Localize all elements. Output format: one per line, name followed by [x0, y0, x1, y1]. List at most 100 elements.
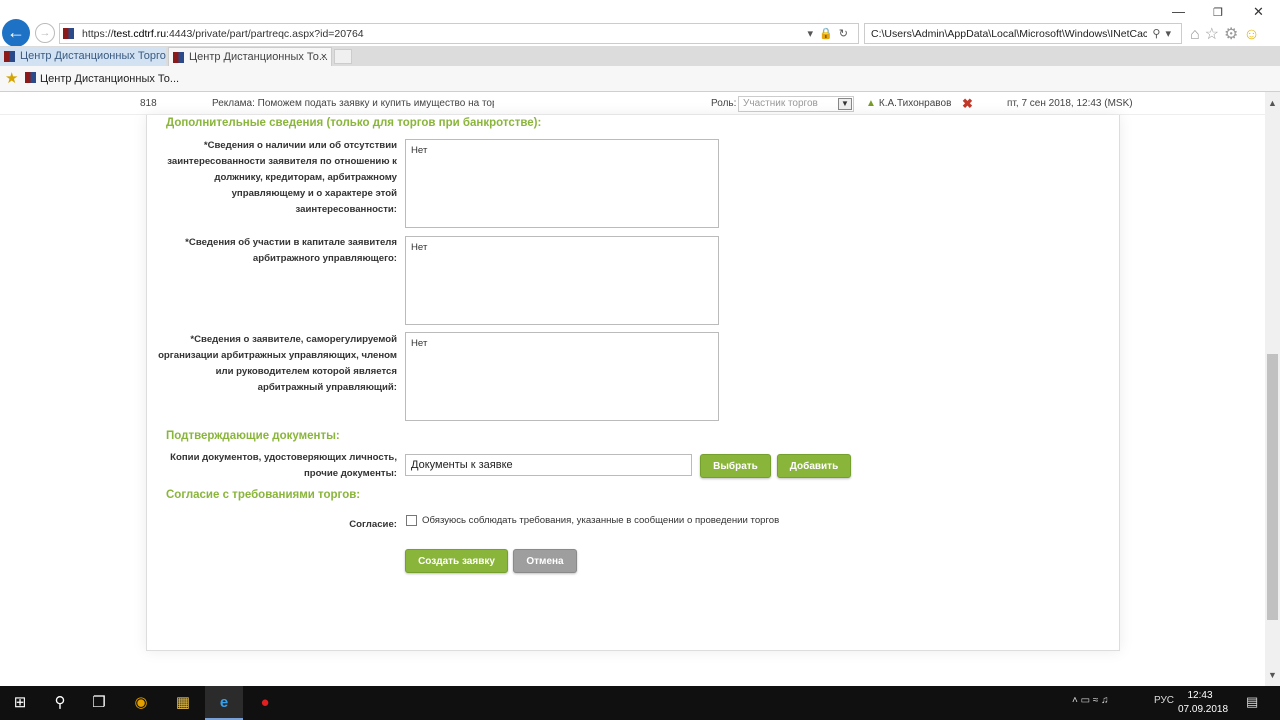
label-line: должнику, кредиторам, арбитражному: [214, 172, 397, 183]
search-icon[interactable]: ⚲: [1152, 28, 1165, 40]
role-value: Участник торгов: [743, 98, 818, 109]
search-tools: ⚲▾: [1152, 27, 1176, 40]
page-scrollbar[interactable]: ▲ ▼: [1265, 92, 1280, 686]
user-icon: ▲: [866, 98, 876, 109]
scrollbar-thumb[interactable]: [1267, 354, 1278, 620]
section-title-extra: Дополнительные сведения (только для торг…: [166, 117, 542, 129]
field1-label: *Сведения о наличии или об отсутствии за…: [167, 138, 397, 218]
favorites-star-icon[interactable]: ★: [5, 69, 18, 87]
url-tools: ▾🔒↻: [808, 27, 854, 40]
site-favicon: [25, 72, 36, 83]
docs-label: Копии документов, удостоверяющих личност…: [170, 450, 397, 482]
scroll-down-icon[interactable]: ▼: [1265, 670, 1280, 680]
dropdown-icon[interactable]: ▾: [808, 28, 820, 40]
user-name: К.А.Тихонравов: [878, 98, 952, 109]
role-select[interactable]: Участник торгов ▼: [738, 96, 854, 112]
windows-taskbar: ⊞ ⚲ ❐ ◉ ▦ e ● ˄ ▭ ≈ ♫ РУС 12:43 07.09.20…: [0, 686, 1280, 720]
tab-strip: Центр Дистанционных Торго... Центр Диста…: [0, 46, 1280, 66]
label-line: управляющему и о характере этой: [231, 188, 397, 199]
search-input[interactable]: C:\Users\Admin\AppData\Local\Microsoft\W…: [864, 23, 1182, 44]
favorite-link[interactable]: Центр Дистанционных То...: [25, 72, 179, 85]
label-line: *Сведения о наличии или об отсутствии: [203, 140, 397, 151]
notifications-icon[interactable]: ▤: [1246, 694, 1258, 710]
home-icon[interactable]: ⌂: [1190, 26, 1205, 43]
new-tab-button[interactable]: [334, 49, 352, 64]
user-link[interactable]: ▲ К.А.Тихонравов: [866, 98, 951, 109]
favorite-label: Центр Дистанционных То...: [40, 73, 180, 85]
field2-label: *Сведения об участии в капитале заявител…: [185, 235, 397, 267]
minimize-icon[interactable]: —: [1172, 4, 1185, 19]
field3-label: *Сведения о заявителе, саморегулируемой …: [158, 332, 397, 396]
label-line: или руководителем которой является: [215, 366, 397, 377]
add-button[interactable]: Добавить: [777, 454, 851, 478]
scroll-up-icon[interactable]: ▲: [1265, 98, 1280, 108]
browser-chrome: — ❐ ✕ ← → https://test.cdtrf.ru:4443/pri…: [0, 0, 1280, 92]
lock-icon[interactable]: 🔒: [819, 28, 839, 40]
record-icon[interactable]: ●: [246, 686, 284, 720]
documents-input[interactable]: Документы к заявке: [405, 454, 692, 476]
tab-label: Центр Дистанционных То...: [189, 51, 329, 63]
choose-button[interactable]: Выбрать: [700, 454, 771, 478]
favorites-star-icon[interactable]: ☆: [1205, 26, 1224, 43]
forward-arrow-icon[interactable]: →: [35, 23, 55, 43]
site-header: 818 Реклама: Поможем подать заявку и куп…: [0, 92, 1265, 115]
label-line: заинтересованности:: [295, 204, 397, 215]
label-line: арбитражный управляющий:: [257, 382, 397, 393]
label-line: *Сведения о заявителе, саморегулируемой: [190, 334, 397, 345]
smiley-feedback-icon[interactable]: ☺: [1243, 26, 1264, 43]
label-line: Копии документов, удостоверяющих личност…: [170, 452, 397, 463]
chrome-icon[interactable]: ◉: [122, 686, 160, 720]
create-application-button[interactable]: Создать заявку: [405, 549, 508, 573]
close-window-icon[interactable]: ✕: [1253, 4, 1264, 20]
search-text: C:\Users\Admin\AppData\Local\Microsoft\W…: [871, 28, 1147, 40]
site-favicon: [4, 50, 15, 62]
volume-icon[interactable]: ♫: [1101, 695, 1109, 706]
dropdown-icon[interactable]: ▾: [1165, 28, 1176, 40]
wifi-icon[interactable]: ≈: [1093, 695, 1099, 706]
toolbar-icons: ⌂☆⚙☺: [1190, 24, 1265, 44]
address-bar-row: — ❐ ✕ ← → https://test.cdtrf.ru:4443/pri…: [0, 0, 1280, 47]
clock[interactable]: 12:43 07.09.2018: [1178, 689, 1229, 717]
site-favicon: [63, 28, 74, 39]
tray-icons: ˄ ▭ ≈ ♫: [1072, 695, 1109, 706]
label-line: заинтересованности заявителя по отношени…: [167, 156, 397, 167]
windows-start-icon[interactable]: ⊞: [0, 686, 40, 720]
consent-checkbox[interactable]: [406, 515, 417, 526]
cancel-button[interactable]: Отмена: [513, 549, 577, 573]
clock-date: 07.09.2018: [1178, 704, 1229, 715]
capital-info-textarea[interactable]: Нет: [405, 236, 719, 325]
label-line: прочие документы:: [303, 468, 397, 479]
logout-icon[interactable]: ✖: [962, 96, 973, 112]
consent-label: Согласие:: [349, 519, 397, 530]
clock-time: 12:43: [1187, 690, 1213, 701]
tab-2[interactable]: Центр Дистанционных То... ×: [168, 47, 332, 66]
url-input[interactable]: https://test.cdtrf.ru:4443/private/part/…: [59, 23, 859, 44]
restore-icon[interactable]: ❐: [1213, 6, 1223, 19]
refresh-icon[interactable]: ↻: [839, 28, 854, 40]
task-view-icon[interactable]: ❐: [80, 686, 118, 720]
role-label: Роль:: [711, 98, 737, 109]
application-form: Дополнительные сведения (только для торг…: [146, 115, 1120, 651]
internet-explorer-icon[interactable]: e: [205, 686, 243, 720]
label-line: *Сведения об участии в капитале заявител…: [185, 237, 397, 248]
sro-info-textarea[interactable]: Нет: [405, 332, 719, 421]
consent-text[interactable]: Обязуюсь соблюдать требования, указанные…: [422, 515, 779, 526]
language-indicator[interactable]: РУС: [1154, 695, 1174, 706]
battery-icon[interactable]: ▭: [1081, 695, 1090, 706]
close-tab-icon[interactable]: ×: [321, 48, 327, 66]
interest-info-textarea[interactable]: Нет: [405, 139, 719, 228]
ad-banner[interactable]: Реклама: Поможем подать заявку и купить …: [212, 98, 494, 109]
header-counter: 818: [140, 98, 157, 109]
search-icon[interactable]: ⚲: [41, 686, 79, 720]
tab-1[interactable]: Центр Дистанционных Торго...: [0, 47, 166, 66]
section-title-consent: Согласие с требованиями торгов:: [166, 489, 361, 501]
site-favicon: [173, 51, 184, 63]
back-arrow-icon[interactable]: ←: [2, 19, 30, 47]
file-explorer-icon[interactable]: ▦: [164, 686, 202, 720]
chevron-up-icon[interactable]: ˄: [1072, 695, 1078, 706]
chevron-down-icon[interactable]: ▼: [838, 98, 852, 110]
settings-gear-icon[interactable]: ⚙: [1224, 26, 1243, 43]
label-line: арбитражного управляющего:: [252, 253, 397, 264]
section-title-docs: Подтверждающие документы:: [166, 430, 340, 442]
tab-label: Центр Дистанционных Торго...: [20, 50, 166, 62]
